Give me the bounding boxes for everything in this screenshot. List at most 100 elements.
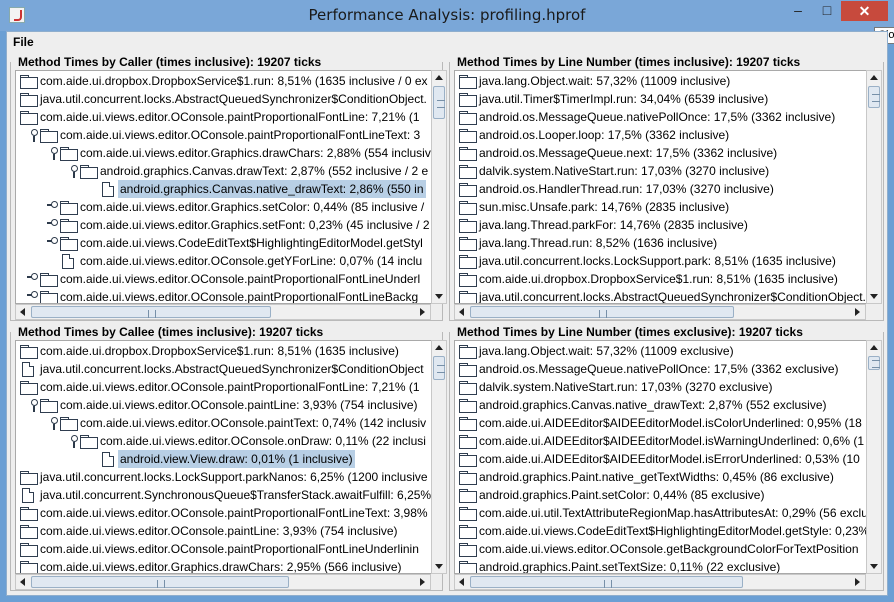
line-exclusive-horizontal-scrollbar[interactable] bbox=[454, 574, 866, 590]
tree-row[interactable]: com.aide.ui.views.editor.Graphics.setFon… bbox=[16, 216, 437, 234]
tree-row[interactable]: android.os.MessageQueue.next: 17,5% (336… bbox=[455, 144, 867, 162]
tree-row[interactable]: java.lang.Thread.parkFor: 14,76% (2835 i… bbox=[455, 216, 867, 234]
tree-row[interactable]: android.os.Looper.loop: 17,5% (3362 incl… bbox=[455, 126, 867, 144]
tree-row[interactable]: java.lang.Object.wait: 57,32% (11009 inc… bbox=[455, 72, 867, 90]
tree-row[interactable]: android.graphics.Canvas.drawText: 2,87% … bbox=[16, 162, 437, 180]
tree-row[interactable]: com.aide.ui.views.editor.OConsole.getBac… bbox=[455, 540, 867, 558]
caller-vertical-scrollbar[interactable] bbox=[431, 70, 447, 304]
callee-vertical-scrollbar[interactable] bbox=[431, 340, 447, 574]
tree-row[interactable]: com.aide.ui.views.editor.OConsole.paintT… bbox=[16, 414, 437, 432]
tree-row[interactable]: com.aide.ui.views.editor.Graphics.drawCh… bbox=[16, 144, 437, 162]
tree-row[interactable]: com.aide.ui.views.editor.OConsole.paintL… bbox=[16, 396, 437, 414]
tree-row[interactable]: com.aide.ui.views.CodeEditText$Highlight… bbox=[16, 234, 437, 252]
scroll-up-arrow-icon[interactable] bbox=[870, 75, 878, 80]
tree-row[interactable]: com.aide.ui.dropbox.DropboxService$1.run… bbox=[455, 270, 867, 288]
callee-horizontal-thumb[interactable] bbox=[31, 576, 289, 588]
tree-row[interactable]: java.util.Timer$TimerImpl.run: 34,04% (6… bbox=[455, 90, 867, 108]
caller-vertical-thumb[interactable] bbox=[433, 86, 445, 119]
line-inclusive-vertical-scrollbar[interactable] bbox=[866, 70, 882, 304]
scroll-right-arrow-icon[interactable] bbox=[420, 308, 425, 316]
scroll-left-arrow-icon[interactable] bbox=[20, 578, 25, 586]
line-exclusive-vertical-thumb[interactable] bbox=[868, 356, 880, 370]
scroll-up-arrow-icon[interactable] bbox=[870, 345, 878, 350]
expanded-node-handle-icon[interactable] bbox=[46, 416, 60, 430]
scroll-right-arrow-icon[interactable] bbox=[420, 578, 425, 586]
expanded-node-handle-icon[interactable] bbox=[46, 146, 60, 160]
collapsed-node-handle-icon[interactable] bbox=[26, 290, 40, 303]
tree-row[interactable]: java.lang.Object.wait: 57,32% (11009 exc… bbox=[455, 342, 867, 360]
tree-row[interactable]: android.view.View.draw: 0,01% (1 inclusi… bbox=[16, 450, 437, 468]
scroll-left-arrow-icon[interactable] bbox=[459, 578, 464, 586]
tree-row[interactable]: com.aide.ui.dropbox.DropboxService$1.run… bbox=[16, 72, 437, 90]
scroll-up-arrow-icon[interactable] bbox=[435, 75, 443, 80]
menu-file[interactable]: File bbox=[13, 35, 34, 49]
tree-row[interactable]: com.aide.ui.views.editor.OConsole.paintP… bbox=[16, 108, 437, 126]
tree-row[interactable]: android.os.HandlerThread.run: 17,03% (32… bbox=[455, 180, 867, 198]
tree-row[interactable]: android.os.MessageQueue.nativePollOnce: … bbox=[455, 360, 867, 378]
caller-horizontal-scrollbar[interactable] bbox=[15, 304, 431, 320]
tree-row[interactable]: java.util.concurrent.locks.AbstractQueue… bbox=[455, 288, 867, 303]
scroll-left-arrow-icon[interactable] bbox=[20, 308, 25, 316]
tree-row[interactable]: dalvik.system.NativeStart.run: 17,03% (3… bbox=[455, 162, 867, 180]
tree-row[interactable]: com.aide.ui.views.CodeEditText$Highlight… bbox=[455, 522, 867, 540]
minimize-button[interactable]: – bbox=[784, 1, 812, 21]
collapsed-node-handle-icon[interactable] bbox=[46, 200, 60, 214]
tree-row[interactable]: com.aide.ui.views.editor.OConsole.paintP… bbox=[16, 378, 437, 396]
scroll-down-arrow-icon[interactable] bbox=[435, 294, 443, 299]
expanded-node-handle-icon[interactable] bbox=[66, 434, 80, 448]
window-titlebar[interactable]: Performance Analysis: profiling.hprof – … bbox=[0, 0, 894, 31]
expanded-node-handle-icon[interactable] bbox=[26, 128, 40, 142]
tree-row[interactable]: java.util.concurrent.locks.LockSupport.p… bbox=[455, 252, 867, 270]
tree-row[interactable]: android.graphics.Canvas.native_drawText:… bbox=[16, 180, 437, 198]
line-exclusive-horizontal-thumb[interactable] bbox=[470, 576, 743, 588]
tree-row[interactable]: android.graphics.Canvas.native_drawText:… bbox=[455, 396, 867, 414]
tree-row[interactable]: com.aide.ui.dropbox.DropboxService$1.run… bbox=[16, 342, 437, 360]
tree-row[interactable]: com.aide.ui.views.editor.OConsole.paintP… bbox=[16, 504, 437, 522]
tree-row[interactable]: com.aide.ui.views.editor.OConsole.paintL… bbox=[16, 522, 437, 540]
tree-row[interactable]: com.aide.ui.views.editor.OConsole.getYFo… bbox=[16, 252, 437, 270]
close-button[interactable]: ✕ bbox=[841, 1, 888, 21]
tree-row[interactable]: java.util.concurrent.locks.AbstractQueue… bbox=[16, 90, 437, 108]
line-inclusive-vertical-thumb[interactable] bbox=[868, 86, 880, 108]
tree-row[interactable]: com.aide.ui.util.TextAttributeRegionMap.… bbox=[455, 504, 867, 522]
tree-row[interactable]: com.aide.ui.views.editor.OConsole.paintP… bbox=[16, 270, 437, 288]
tree-row[interactable]: com.aide.ui.AIDEEditor$AIDEEditorModel.i… bbox=[455, 450, 867, 468]
scroll-down-arrow-icon[interactable] bbox=[870, 564, 878, 569]
tree-row[interactable]: com.aide.ui.views.editor.Graphics.drawCh… bbox=[16, 558, 437, 573]
line-inclusive-tree[interactable]: java.lang.Object.wait: 57,32% (11009 inc… bbox=[454, 70, 868, 304]
tree-row[interactable]: java.util.concurrent.locks.LockSupport.p… bbox=[16, 468, 437, 486]
tree-row[interactable]: com.aide.ui.views.editor.OConsole.paintP… bbox=[16, 288, 437, 303]
tree-row[interactable]: sun.misc.Unsafe.park: 14,76% (2835 inclu… bbox=[455, 198, 867, 216]
tree-row[interactable]: dalvik.system.NativeStart.run: 17,03% (3… bbox=[455, 378, 867, 396]
collapsed-node-handle-icon[interactable] bbox=[46, 236, 60, 250]
caller-tree[interactable]: com.aide.ui.dropbox.DropboxService$1.run… bbox=[15, 70, 438, 304]
tree-row[interactable]: com.aide.ui.views.editor.OConsole.onDraw… bbox=[16, 432, 437, 450]
tree-row[interactable]: java.lang.Thread.run: 8,52% (1636 inclus… bbox=[455, 234, 867, 252]
expanded-node-handle-icon[interactable] bbox=[26, 398, 40, 412]
tree-row[interactable]: android.graphics.Paint.setColor: 0,44% (… bbox=[455, 486, 867, 504]
tree-row[interactable]: java.util.concurrent.locks.AbstractQueue… bbox=[16, 360, 437, 378]
scroll-right-arrow-icon[interactable] bbox=[855, 578, 860, 586]
line-exclusive-tree[interactable]: java.lang.Object.wait: 57,32% (11009 exc… bbox=[454, 340, 868, 574]
scroll-down-arrow-icon[interactable] bbox=[435, 564, 443, 569]
tree-row[interactable]: android.graphics.Paint.native_getTextWid… bbox=[455, 468, 867, 486]
scroll-right-arrow-icon[interactable] bbox=[855, 308, 860, 316]
scroll-down-arrow-icon[interactable] bbox=[870, 294, 878, 299]
callee-tree[interactable]: com.aide.ui.dropbox.DropboxService$1.run… bbox=[15, 340, 438, 574]
callee-vertical-thumb[interactable] bbox=[433, 356, 445, 380]
line-exclusive-vertical-scrollbar[interactable] bbox=[866, 340, 882, 574]
tree-row[interactable]: com.aide.ui.views.editor.OConsole.paintP… bbox=[16, 540, 437, 558]
caller-horizontal-thumb[interactable] bbox=[31, 306, 271, 318]
line-inclusive-horizontal-thumb[interactable] bbox=[470, 306, 734, 318]
tree-row[interactable]: com.aide.ui.AIDEEditor$AIDEEditorModel.i… bbox=[455, 414, 867, 432]
tree-row[interactable]: android.os.MessageQueue.nativePollOnce: … bbox=[455, 108, 867, 126]
scroll-up-arrow-icon[interactable] bbox=[435, 345, 443, 350]
tree-row[interactable]: com.aide.ui.AIDEEditor$AIDEEditorModel.i… bbox=[455, 432, 867, 450]
scroll-left-arrow-icon[interactable] bbox=[459, 308, 464, 316]
tree-row[interactable]: com.aide.ui.views.editor.OConsole.paintP… bbox=[16, 126, 437, 144]
line-inclusive-horizontal-scrollbar[interactable] bbox=[454, 304, 866, 320]
callee-horizontal-scrollbar[interactable] bbox=[15, 574, 431, 590]
tree-row[interactable]: java.util.concurrent.SynchronousQueue$Tr… bbox=[16, 486, 437, 504]
expanded-node-handle-icon[interactable] bbox=[66, 164, 80, 178]
tree-row[interactable]: com.aide.ui.views.editor.Graphics.setCol… bbox=[16, 198, 437, 216]
